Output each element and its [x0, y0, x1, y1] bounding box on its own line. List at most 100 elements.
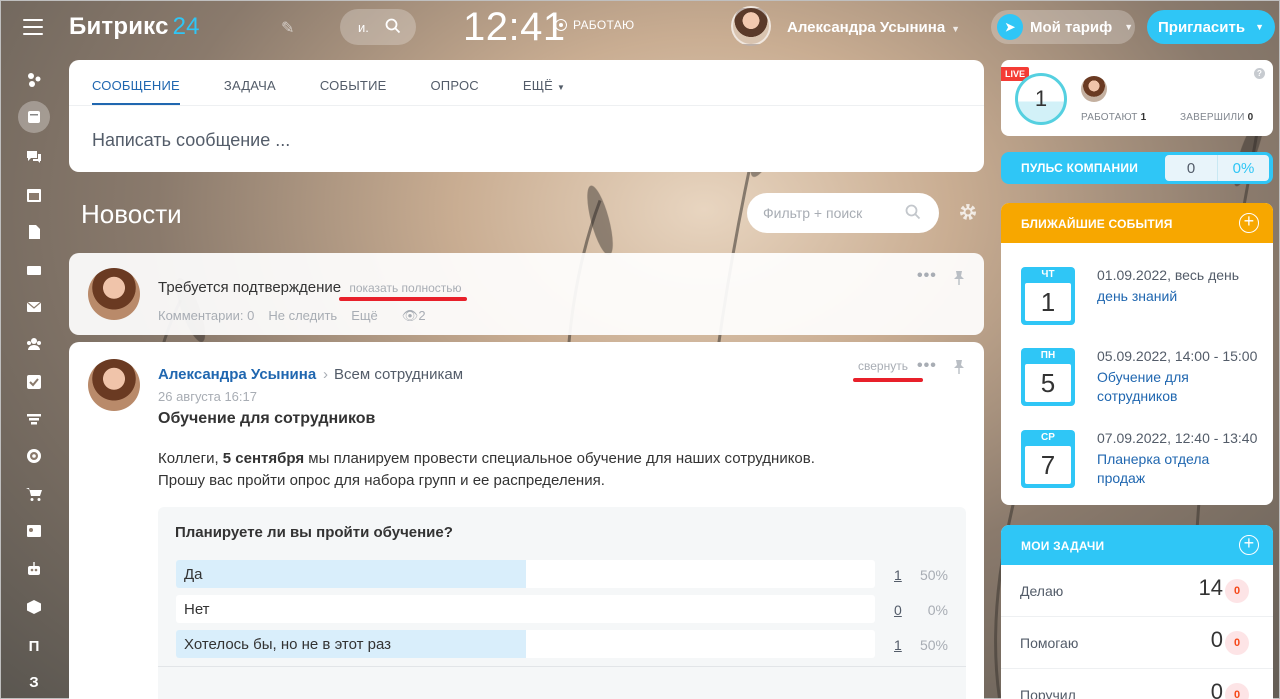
robot-icon[interactable] [21, 556, 47, 582]
chevron-down-icon: ▼ [1124, 22, 1134, 32]
edit-pencil-icon[interactable]: ✎ [281, 18, 294, 38]
task-count: 0 [1210, 627, 1223, 652]
work-status-button[interactable]: РАБОТАЮ [555, 18, 634, 32]
pin-icon[interactable] [953, 359, 965, 375]
my-tariff-button[interactable]: ➤ Мой тариф ▼ [991, 10, 1135, 44]
tab-poll[interactable]: ОПРОС [431, 60, 479, 105]
tab-event[interactable]: СОБЫТИЕ [320, 60, 387, 105]
box-icon[interactable] [21, 594, 47, 620]
groups-icon[interactable] [21, 331, 47, 357]
sidebar-item-p[interactable]: П [21, 633, 47, 659]
poll-option-bar[interactable]: Нет [176, 595, 875, 623]
comments-link[interactable]: Комментарии: 0 [158, 308, 254, 324]
pin-icon[interactable] [953, 270, 965, 286]
poll-option-bar[interactable]: Да [176, 560, 875, 588]
event-weekday: ЧТ [1041, 269, 1055, 280]
user-menu[interactable]: Александра Усынина ▼ [787, 19, 960, 36]
avatar[interactable] [88, 268, 140, 320]
calendar-date-icon: ПН 5 [1021, 348, 1075, 406]
poll-option-bar[interactable]: Хотелось бы, но не в этот раз [176, 630, 875, 658]
poll-option-count[interactable]: 1 [894, 637, 902, 653]
post-author-link[interactable]: Александра Усынина [158, 366, 316, 383]
feed-icon[interactable] [18, 101, 50, 133]
chevron-down-icon: ▼ [1255, 22, 1264, 32]
tab-task[interactable]: ЗАДАЧА [224, 60, 276, 105]
calendar-date-icon: ЧТ 1 [1021, 267, 1075, 325]
task-count: 0 [1210, 679, 1223, 699]
event-link[interactable]: Обучение для сотрудников [1097, 368, 1257, 406]
company-pulse-widget[interactable]: ПУЛЬС КОМПАНИИ 0 0% [1001, 152, 1273, 184]
task-row-doing[interactable]: Делаю 14 0 [1001, 565, 1273, 617]
event-weekday: СР [1041, 432, 1055, 443]
task-row-assigned[interactable]: Поручил 0 0 [1001, 669, 1273, 699]
tab-message[interactable]: СООБЩЕНИЕ [92, 60, 180, 105]
app-logo[interactable]: Битрикс 24 [69, 13, 200, 41]
search-button[interactable]: и. [340, 9, 416, 45]
task-count: 14 [1198, 575, 1223, 600]
tasks-icon[interactable] [21, 369, 47, 395]
post-body-prefix: Коллеги, [158, 450, 223, 467]
event-date: 01.09.2022, весь день [1097, 267, 1240, 283]
poll-option-fill [176, 560, 526, 588]
invite-label: Пригласить [1158, 18, 1246, 36]
unfollow-link[interactable]: Не следить [268, 308, 337, 324]
poll-option-count[interactable]: 0 [894, 602, 902, 618]
poll-option-count[interactable]: 1 [894, 567, 902, 583]
post-destination: › Всем сотрудникам [323, 366, 463, 383]
gear-icon[interactable] [958, 202, 978, 222]
invite-button[interactable]: Пригласить ▼ [1147, 10, 1275, 44]
logo-text: Битрикс [69, 13, 169, 40]
event-link[interactable]: день знаний [1097, 287, 1257, 306]
document-icon[interactable] [21, 219, 47, 245]
add-event-button[interactable]: + [1239, 212, 1259, 233]
contacts-icon[interactable] [21, 518, 47, 544]
show-full-link[interactable]: показать полностью [349, 281, 461, 295]
mail-icon[interactable] [21, 294, 47, 320]
add-task-button[interactable]: + [1239, 534, 1259, 555]
chevron-right-icon: › [323, 366, 328, 383]
clock: 12:41 [463, 5, 566, 49]
poll: Планируете ли вы пройти обучение? Да 1 5… [158, 507, 966, 699]
live-counter[interactable]: 1 [1015, 73, 1067, 125]
left-sidebar: П З [1, 59, 67, 699]
filter-placeholder: Фильтр + поиск [763, 205, 863, 221]
menu-burger-icon[interactable] [23, 19, 43, 35]
event-day: 7 [1025, 446, 1071, 484]
avatar[interactable] [88, 359, 140, 411]
drive-icon[interactable] [21, 257, 47, 283]
event-link[interactable]: Планерка отдела продаж [1097, 450, 1257, 488]
more-dots-icon[interactable]: ••• [917, 357, 937, 375]
message-input[interactable]: Написать сообщение ... [92, 130, 290, 151]
calendar-icon[interactable] [21, 182, 47, 208]
sidebar-item-z[interactable]: З [21, 669, 47, 695]
poll-option-label: Хотелось бы, но не в этот раз [184, 636, 392, 653]
finished-stat: ЗАВЕРШИЛИ 0 [1180, 112, 1253, 123]
event-date: 07.09.2022, 12:40 - 13:40 [1097, 430, 1258, 446]
poll-option-percent: 0% [927, 602, 948, 618]
more-link[interactable]: Ещё [351, 308, 378, 324]
chevron-down-icon: ▼ [556, 83, 566, 92]
event-item: ПН 5 05.09.2022, 14:00 - 15:00 Обучение … [1021, 348, 1261, 410]
work-status-label: РАБОТАЮ [573, 18, 635, 32]
sidebar-letter-z: З [29, 673, 39, 691]
collapse-link[interactable]: свернуть [858, 359, 908, 373]
chat-icon[interactable] [21, 144, 47, 170]
marketing-icon[interactable] [21, 443, 47, 469]
shop-icon[interactable] [21, 481, 47, 507]
avatar[interactable] [1081, 76, 1107, 102]
task-badge: 0 [1225, 631, 1249, 655]
user-avatar[interactable] [731, 6, 771, 46]
task-row-helping[interactable]: Помогаю 0 0 [1001, 617, 1273, 669]
crm-icon[interactable] [21, 406, 47, 432]
views-count: 2 [418, 308, 426, 323]
task-label: Помогаю [1020, 635, 1079, 651]
events-header: БЛИЖАЙШИЕ СОБЫТИЯ + [1001, 203, 1273, 243]
tab-more[interactable]: ЕЩЁ ▼ [523, 60, 565, 105]
event-day: 1 [1025, 283, 1071, 321]
help-icon[interactable]: ? [1254, 68, 1265, 79]
composer-tabs: СООБЩЕНИЕ ЗАДАЧА СОБЫТИЕ ОПРОС ЕЩЁ ▼ [69, 60, 984, 106]
filter-search-input[interactable]: Фильтр + поиск [747, 193, 939, 233]
post-meta: Комментарии: 0 Не следить Ещё 👁2 [158, 308, 426, 324]
more-dots-icon[interactable]: ••• [917, 267, 937, 285]
activity-icon[interactable] [21, 67, 47, 93]
